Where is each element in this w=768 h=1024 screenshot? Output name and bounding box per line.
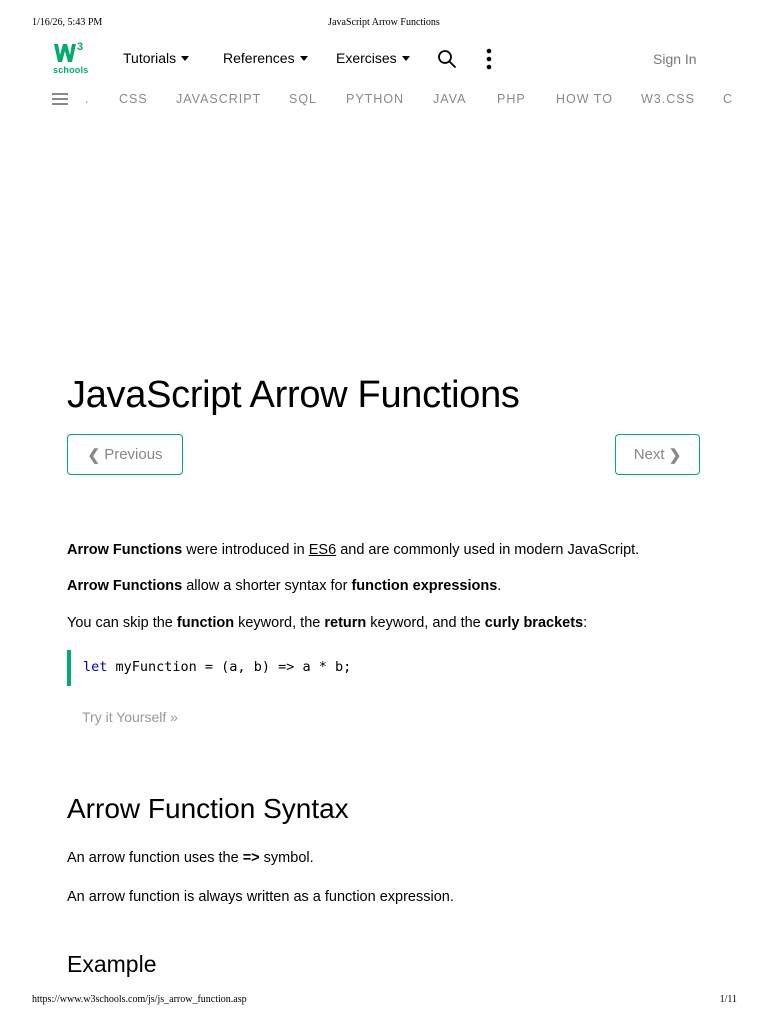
next-label: Next bbox=[633, 446, 665, 463]
print-doc-title: JavaScript Arrow Functions bbox=[328, 17, 440, 28]
bold-term: => bbox=[242, 850, 260, 866]
subnav-item-php[interactable]: PHP bbox=[497, 92, 526, 106]
exercises-menu-label: Exercises bbox=[336, 50, 397, 66]
w3-logo-icon: 3 bbox=[54, 41, 83, 62]
syntax-paragraph-1: An arrow function uses the => symbol. bbox=[67, 850, 314, 866]
code-example: let myFunction = (a, b) => a * b; bbox=[67, 650, 700, 686]
previous-label: Previous bbox=[104, 446, 163, 463]
text: allow a shorter syntax for bbox=[182, 578, 352, 594]
syntax-heading: Arrow Function Syntax bbox=[67, 793, 349, 824]
more-options-button[interactable] bbox=[480, 48, 498, 70]
subnav-item-sql[interactable]: SQL bbox=[289, 92, 317, 106]
subnav-item-java[interactable]: JAVA bbox=[433, 92, 466, 106]
logo-superscript: 3 bbox=[77, 41, 83, 53]
intro-paragraph-2: Arrow Functions allow a shorter syntax f… bbox=[67, 578, 501, 594]
page-title: JavaScript Arrow Functions bbox=[67, 374, 520, 416]
w3schools-logo[interactable]: 3 schools bbox=[52, 40, 94, 76]
code-keyword: let bbox=[83, 659, 108, 675]
code-rest: myFunction = (a, b) => a * b; bbox=[107, 659, 352, 675]
text: You can skip the bbox=[67, 615, 177, 631]
caret-down-icon bbox=[181, 56, 190, 61]
references-menu[interactable]: References bbox=[223, 50, 308, 66]
bold-term: curly brackets bbox=[484, 615, 584, 631]
subnav-item-javascript[interactable]: JAVASCRIPT bbox=[176, 92, 261, 106]
text: keyword, the bbox=[234, 615, 325, 631]
chevron-left-icon: ❮ bbox=[87, 446, 101, 464]
bold-term: function bbox=[176, 615, 235, 631]
references-menu-label: References bbox=[223, 50, 295, 66]
search-icon bbox=[438, 50, 456, 68]
tutorials-menu-label: Tutorials bbox=[123, 50, 177, 66]
bold-term: function expressions bbox=[351, 578, 498, 594]
subnav-item-css[interactable]: CSS bbox=[119, 92, 148, 106]
chevron-right-icon: ❯ bbox=[668, 446, 682, 464]
text: keyword, and the bbox=[366, 615, 485, 631]
exercises-menu[interactable]: Exercises bbox=[336, 50, 410, 66]
es6-link[interactable]: ES6 bbox=[309, 542, 336, 558]
example-heading: Example bbox=[67, 951, 157, 977]
hamburger-icon[interactable] bbox=[52, 93, 68, 105]
top-navbar: 3 schools Tutorials References Exercises… bbox=[0, 40, 768, 80]
caret-down-icon bbox=[401, 56, 410, 61]
next-button[interactable]: Next ❯ bbox=[615, 434, 700, 475]
text: : bbox=[583, 615, 588, 631]
more-vertical-icon bbox=[486, 48, 492, 70]
bold-term: return bbox=[324, 615, 367, 631]
subnav-item-howto[interactable]: HOW TO bbox=[556, 92, 613, 106]
print-footer: https://www.w3schools.com/js/js_arrow_fu… bbox=[0, 994, 768, 1008]
subnav-item-html[interactable]: . bbox=[85, 92, 89, 106]
text: were introduced in bbox=[182, 542, 309, 558]
subnav-item-c[interactable]: C bbox=[723, 92, 733, 106]
print-page-number: 1/11 bbox=[719, 994, 737, 1005]
search-button[interactable] bbox=[437, 49, 457, 69]
sign-in-link[interactable]: Sign In bbox=[653, 51, 697, 67]
print-url: https://www.w3schools.com/js/js_arrow_fu… bbox=[32, 994, 247, 1005]
text: An arrow function uses the bbox=[67, 850, 243, 866]
caret-down-icon bbox=[299, 56, 308, 61]
code-line: let myFunction = (a, b) => a * b; bbox=[83, 659, 351, 675]
text: symbol. bbox=[259, 850, 314, 866]
try-it-yourself-link[interactable]: Try it Yourself » bbox=[82, 709, 178, 725]
subnav-item-python[interactable]: PYTHON bbox=[346, 92, 404, 106]
logo-text: schools bbox=[53, 65, 89, 75]
text: . bbox=[497, 578, 502, 594]
tutorials-menu[interactable]: Tutorials bbox=[123, 50, 190, 66]
syntax-paragraph-2: An arrow function is always written as a… bbox=[67, 889, 454, 905]
intro-paragraph-3: You can skip the function keyword, the r… bbox=[67, 615, 587, 631]
subnav-item-w3css[interactable]: W3.CSS bbox=[641, 92, 695, 106]
print-header: 1/16/26, 5:43 PM JavaScript Arrow Functi… bbox=[0, 17, 768, 31]
previous-button[interactable]: ❮ Previous bbox=[67, 434, 183, 475]
bold-term: Arrow Functions bbox=[67, 542, 183, 558]
bold-term: Arrow Functions bbox=[67, 578, 183, 594]
text: and are commonly used in modern JavaScri… bbox=[336, 542, 640, 558]
intro-paragraph-1: Arrow Functions were introduced in ES6 a… bbox=[67, 542, 639, 558]
subject-nav: . CSS JAVASCRIPT SQL PYTHON JAVA PHP HOW… bbox=[0, 90, 740, 110]
